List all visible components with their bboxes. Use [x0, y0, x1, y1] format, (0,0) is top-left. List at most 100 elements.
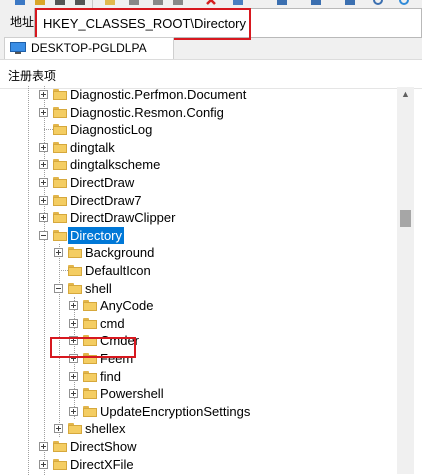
tree-node[interactable]: DefaultIcon [0, 262, 390, 279]
folder-icon [53, 212, 67, 224]
tree-node[interactable]: DirectDraw [0, 174, 390, 191]
tree-node-label[interactable]: Diagnostic.Resmon.Config [68, 104, 226, 121]
tree-node-label[interactable]: shell [83, 280, 114, 297]
tree-node-label[interactable]: DirectDraw7 [68, 192, 144, 209]
expand-icon[interactable] [39, 90, 48, 99]
tree-node[interactable]: Diagnostic.Perfmon.Document [0, 86, 390, 103]
expand-icon[interactable] [69, 336, 78, 346]
vertical-scrollbar[interactable]: ▲ [397, 87, 414, 474]
expand-icon[interactable] [39, 142, 48, 152]
toolbar-icon[interactable] [310, 0, 322, 6]
chevron-up-icon[interactable]: ▲ [401, 89, 410, 99]
toolbar-icon[interactable] [14, 0, 26, 6]
expand-icon[interactable] [69, 371, 78, 381]
tree-node[interactable]: shellex [0, 420, 390, 437]
folder-icon [83, 353, 97, 364]
collapse-icon[interactable] [39, 230, 48, 240]
computer-name: DESKTOP-PGLDLPA [31, 41, 147, 55]
expand-icon[interactable] [54, 248, 63, 258]
folder-icon [83, 335, 97, 347]
computer-tab[interactable]: DESKTOP-PGLDLPA [4, 37, 174, 59]
tree-node-label[interactable]: dingtalk [68, 139, 117, 156]
expand-icon[interactable] [39, 178, 48, 187]
toolbar-icon[interactable] [54, 0, 66, 6]
expand-icon[interactable] [39, 160, 48, 170]
expand-icon[interactable] [39, 107, 48, 117]
expand-icon[interactable] [69, 406, 78, 416]
tree-node-label[interactable]: UpdateEncryptionSettings [98, 403, 252, 420]
search-icon[interactable] [372, 0, 384, 6]
tree-node[interactable]: dingtalk [0, 139, 390, 156]
expand-icon[interactable] [69, 301, 78, 311]
folder-icon [68, 282, 82, 294]
tree-node-label[interactable]: cmd [98, 315, 127, 332]
toolbar-icon[interactable] [128, 0, 140, 6]
tree-node-label[interactable]: DefaultIcon [83, 262, 153, 279]
tree-node[interactable]: Diagnostic.Resmon.Config [0, 104, 390, 121]
tree-node-label[interactable]: Diagnostic.Perfmon.Document [68, 86, 248, 103]
tree-node-label[interactable]: Powershell [98, 385, 166, 402]
folder-icon [53, 458, 67, 470]
expand-icon[interactable] [69, 354, 78, 363]
expand-icon[interactable] [69, 389, 78, 399]
tree-node-label[interactable]: Cmder [98, 332, 141, 349]
tree-node[interactable]: DirectDrawClipper [0, 209, 390, 226]
refresh-icon[interactable] [398, 0, 410, 6]
tree-node[interactable]: Powershell [0, 385, 390, 402]
expand-icon[interactable] [39, 195, 48, 205]
tree-node[interactable]: DirectShow [0, 438, 390, 455]
folder-icon [68, 247, 82, 259]
toolbar-icon[interactable] [172, 0, 184, 6]
delete-icon[interactable] [205, 0, 217, 6]
tree-node-label[interactable]: DirectDrawClipper [68, 209, 177, 226]
tree-node-label[interactable]: DirectXFile [68, 456, 136, 473]
folder-icon [68, 265, 82, 276]
toolbar-icon[interactable] [152, 0, 164, 6]
tree-node[interactable]: DirectDraw7 [0, 192, 390, 209]
tree-node[interactable]: DiagnosticLog [0, 121, 390, 138]
folder-icon [83, 388, 97, 400]
tree-node-label[interactable]: AnyCode [98, 297, 155, 314]
folder-icon [83, 317, 97, 329]
toolbar-icon[interactable] [276, 0, 288, 6]
tree-node[interactable]: cmd [0, 315, 390, 332]
tree-node-label[interactable]: DiagnosticLog [68, 121, 154, 138]
tree-node-label[interactable]: DirectDraw [68, 174, 136, 191]
expand-icon[interactable] [39, 442, 48, 451]
expand-icon[interactable] [39, 459, 48, 469]
scrollbar-thumb[interactable] [400, 210, 411, 227]
tree-node[interactable]: dingtalkscheme [0, 156, 390, 173]
tree-node-label[interactable]: Feem [98, 350, 135, 367]
address-path[interactable]: HKEY_CLASSES_ROOT\Directory [43, 16, 246, 31]
tree-node[interactable]: Directory [0, 226, 390, 244]
folder-icon [83, 300, 97, 312]
address-bar[interactable]: HKEY_CLASSES_ROOT\Directory [34, 8, 422, 38]
tree-node-label[interactable]: Directory [68, 226, 125, 244]
expand-icon[interactable] [69, 318, 78, 328]
toolbar-icon[interactable] [344, 0, 356, 6]
tree-node[interactable]: DirectXFile [0, 456, 390, 473]
tree-node[interactable]: UpdateEncryptionSettings [0, 403, 390, 420]
tree-node[interactable]: Cmder [0, 332, 390, 349]
tree-node[interactable]: AnyCode [0, 297, 390, 314]
toolbar-icon[interactable] [232, 0, 244, 6]
tree-node-label[interactable]: DirectShow [68, 438, 138, 455]
toolbar-icon[interactable] [104, 0, 116, 6]
tree-node[interactable]: shell [0, 280, 390, 297]
expand-icon[interactable] [39, 213, 48, 223]
tree-node-label[interactable]: dingtalkscheme [68, 156, 162, 173]
address-label: 地址 [10, 15, 35, 29]
folder-icon [83, 370, 97, 382]
collapse-icon[interactable] [54, 283, 63, 293]
toolbar-icon[interactable] [34, 0, 46, 6]
tree-node-label[interactable]: find [98, 368, 123, 385]
folder-icon [83, 405, 97, 417]
expand-icon[interactable] [54, 424, 63, 434]
tree-node-label[interactable]: Background [83, 244, 156, 261]
tree-node[interactable]: find [0, 368, 390, 385]
toolbar-icon[interactable] [74, 0, 86, 6]
tree-node[interactable]: Feem [0, 350, 390, 367]
tree-node-label[interactable]: shellex [83, 420, 127, 437]
tree-node[interactable]: Background [0, 244, 390, 261]
folder-icon [53, 441, 67, 452]
